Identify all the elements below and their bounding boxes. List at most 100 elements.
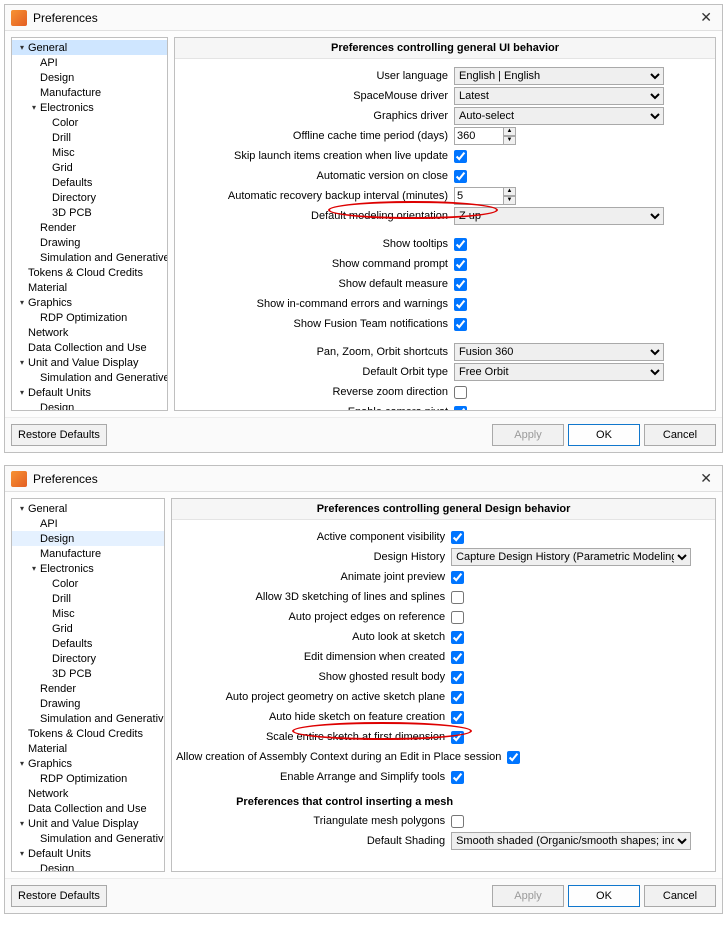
check-sketch3d[interactable] [451, 591, 464, 604]
check-animjoint[interactable] [451, 571, 464, 584]
cancel-button[interactable]: Cancel [644, 424, 716, 446]
tree-grid[interactable]: Grid [12, 621, 164, 636]
tree-color[interactable]: Color [12, 115, 167, 130]
check-arrange[interactable] [451, 771, 464, 784]
ok-button[interactable]: OK [568, 424, 640, 446]
tree-3dpcb[interactable]: 3D PCB [12, 205, 167, 220]
tree-datacollection[interactable]: Data Collection and Use [12, 801, 164, 816]
tree-rdp[interactable]: RDP Optimization [12, 310, 167, 325]
spin-cache[interactable]: ▲▼ [503, 127, 516, 145]
check-autolook[interactable] [451, 631, 464, 644]
tree-render[interactable]: Render [12, 681, 164, 696]
restore-defaults-button[interactable]: Restore Defaults [11, 885, 107, 907]
tree-manufacture[interactable]: Manufacture [12, 546, 164, 561]
select-shading[interactable]: Smooth shaded (Organic/smooth shapes; in… [451, 832, 691, 850]
check-scalefirst[interactable] [451, 731, 464, 744]
tree-manufacture[interactable]: Manufacture [12, 85, 167, 100]
tree-directory[interactable]: Directory [12, 651, 164, 666]
check-autover[interactable] [454, 170, 467, 183]
select-orbittype[interactable]: Free Orbit [454, 363, 664, 381]
check-ghosted[interactable] [451, 671, 464, 684]
label-shortcuts: Pan, Zoom, Orbit shortcuts [179, 346, 454, 358]
tree-material[interactable]: Material [12, 280, 167, 295]
tree-unitvalue[interactable]: ▾Unit and Value Display [12, 816, 164, 831]
tree-misc[interactable]: Misc [12, 145, 167, 160]
check-projgeom[interactable] [451, 691, 464, 704]
tree-du-design[interactable]: Design [12, 861, 164, 872]
label-autolook: Auto look at sketch [176, 631, 451, 643]
tree-unitvalue[interactable]: ▾Unit and Value Display [12, 355, 167, 370]
tree-defaultunits[interactable]: ▾Default Units [12, 385, 167, 400]
tree-grid[interactable]: Grid [12, 160, 167, 175]
section-mesh-label: Preferences that control inserting a mes… [176, 788, 707, 812]
tree-material[interactable]: Material [12, 741, 164, 756]
tree-rdp[interactable]: RDP Optimization [12, 771, 164, 786]
tree-datacollection[interactable]: Data Collection and Use [12, 340, 167, 355]
apply-button[interactable]: Apply [492, 885, 564, 907]
tree-drawing[interactable]: Drawing [12, 235, 167, 250]
apply-button[interactable]: Apply [492, 424, 564, 446]
tree-simgen2[interactable]: Simulation and Generative Design [12, 831, 164, 846]
check-cmdprompt[interactable] [454, 258, 467, 271]
check-asmctx[interactable] [507, 751, 520, 764]
tree-simgen[interactable]: Simulation and Generative Design [12, 250, 167, 265]
cancel-button[interactable]: Cancel [644, 885, 716, 907]
tree-color[interactable]: Color [12, 576, 164, 591]
tree-graphics[interactable]: ▾Graphics [12, 756, 164, 771]
tree-simgen2[interactable]: Simulation and Generative Design [12, 370, 167, 385]
tree-general[interactable]: ▾General [12, 40, 167, 55]
close-icon[interactable]: ✕ [696, 470, 716, 487]
close-icon[interactable]: ✕ [696, 9, 716, 26]
ok-button[interactable]: OK [568, 885, 640, 907]
tree-directory[interactable]: Directory [12, 190, 167, 205]
tree-network[interactable]: Network [12, 325, 167, 340]
check-skiplaunch[interactable] [454, 150, 467, 163]
tree-simgen[interactable]: Simulation and Generative Design [12, 711, 164, 726]
tree-electronics[interactable]: ▾Electronics [12, 100, 167, 115]
tree-electronics[interactable]: ▾Electronics [12, 561, 164, 576]
tree-du-design[interactable]: Design [12, 400, 167, 411]
check-projedge[interactable] [451, 611, 464, 624]
tree-defaults[interactable]: Defaults [12, 175, 167, 190]
category-tree[interactable]: ▾General API Design Manufacture ▾Electro… [11, 498, 165, 872]
tree-design[interactable]: Design [12, 70, 167, 85]
tree-api[interactable]: API [12, 516, 164, 531]
check-tooltips[interactable] [454, 238, 467, 251]
input-cache[interactable] [454, 127, 504, 145]
input-recovery[interactable] [454, 187, 504, 205]
check-incommand[interactable] [454, 298, 467, 311]
category-tree[interactable]: ▾General API Design Manufacture ▾Electro… [11, 37, 168, 411]
tree-drill[interactable]: Drill [12, 591, 164, 606]
tree-graphics[interactable]: ▾Graphics [12, 295, 167, 310]
select-spacemouse[interactable]: Latest [454, 87, 664, 105]
tree-api[interactable]: API [12, 55, 167, 70]
select-userlang[interactable]: English | English [454, 67, 664, 85]
check-defmeasure[interactable] [454, 278, 467, 291]
check-revzoom[interactable] [454, 386, 467, 399]
tree-defaults[interactable]: Defaults [12, 636, 164, 651]
app-icon [11, 471, 27, 487]
restore-defaults-button[interactable]: Restore Defaults [11, 424, 107, 446]
tree-tokens[interactable]: Tokens & Cloud Credits [12, 726, 164, 741]
tree-render[interactable]: Render [12, 220, 167, 235]
tree-general[interactable]: ▾General [12, 501, 164, 516]
spin-recovery[interactable]: ▲▼ [503, 187, 516, 205]
check-activecomp[interactable] [451, 531, 464, 544]
select-orientation[interactable]: Z up [454, 207, 664, 225]
check-triangulate[interactable] [451, 815, 464, 828]
check-editdim[interactable] [451, 651, 464, 664]
tree-3dpcb[interactable]: 3D PCB [12, 666, 164, 681]
tree-drawing[interactable]: Drawing [12, 696, 164, 711]
tree-network[interactable]: Network [12, 786, 164, 801]
select-graphics[interactable]: Auto-select [454, 107, 664, 125]
tree-design[interactable]: Design [12, 531, 164, 546]
check-camerapivot[interactable] [454, 406, 467, 412]
tree-defaultunits[interactable]: ▾Default Units [12, 846, 164, 861]
tree-tokens[interactable]: Tokens & Cloud Credits [12, 265, 167, 280]
tree-drill[interactable]: Drill [12, 130, 167, 145]
select-history[interactable]: Capture Design History (Parametric Model… [451, 548, 691, 566]
tree-misc[interactable]: Misc [12, 606, 164, 621]
check-fusionteam[interactable] [454, 318, 467, 331]
check-autohide[interactable] [451, 711, 464, 724]
select-shortcuts[interactable]: Fusion 360 [454, 343, 664, 361]
